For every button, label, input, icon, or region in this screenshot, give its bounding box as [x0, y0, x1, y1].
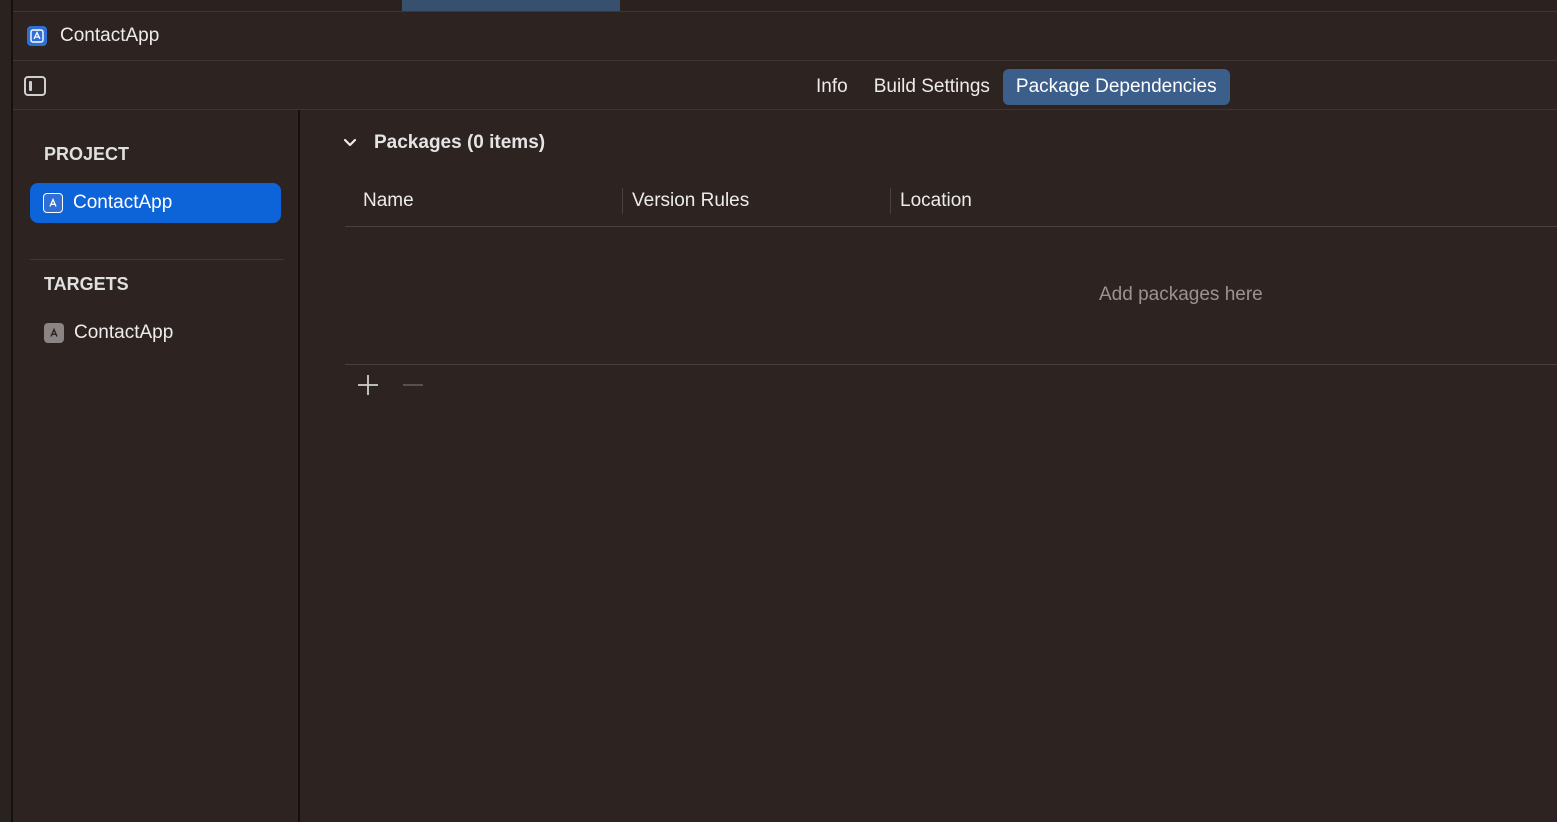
chevron-down-icon[interactable] [342, 135, 358, 151]
app-project-icon [43, 193, 63, 213]
targets-section-title: TARGETS [44, 274, 129, 294]
settings-tabs: Info Build Settings Package Dependencies [803, 69, 1230, 105]
empty-packages-message: Add packages here [1099, 284, 1263, 305]
minus-icon[interactable] [401, 373, 425, 397]
plus-icon[interactable] [356, 373, 380, 397]
column-separator[interactable] [890, 188, 891, 214]
column-separator[interactable] [622, 188, 623, 214]
app-target-icon [44, 323, 64, 343]
sidebar-toggle-icon[interactable] [24, 76, 46, 96]
window-left-edge [0, 0, 13, 822]
sidebar-divider [30, 259, 284, 260]
breadcrumb-project-name[interactable]: ContactApp [60, 25, 159, 47]
sidebar-item-target-contactapp[interactable]: ContactApp [30, 313, 281, 353]
breadcrumb-bar: ContactApp [13, 12, 1557, 61]
package-dependencies-panel: Packages (0 items) Name Version Rules Lo… [300, 110, 1557, 822]
sidebar-item-label: ContactApp [74, 322, 174, 343]
sidebar-item-label: ContactApp [73, 192, 173, 213]
table-header-divider [345, 226, 1557, 227]
column-header-version-rules[interactable]: Version Rules [632, 190, 749, 212]
sidebar-item-project-contactapp[interactable]: ContactApp [30, 183, 281, 223]
column-header-name[interactable]: Name [363, 190, 414, 212]
project-sidebar: PROJECT ContactApp TARGETS ContactApp [13, 110, 300, 822]
editor-tab-strip [13, 0, 1557, 12]
project-section-title: PROJECT [44, 144, 130, 164]
app-project-icon [27, 26, 47, 46]
editor-tab-bar: Info Build Settings Package Dependencies [13, 61, 1557, 110]
table-footer-divider [345, 364, 1557, 365]
active-editor-tab-indicator[interactable] [402, 0, 620, 11]
packages-section-header[interactable]: Packages (0 items) [342, 132, 545, 154]
tab-build-settings[interactable]: Build Settings [861, 69, 1003, 105]
tab-info[interactable]: Info [803, 69, 861, 105]
tab-package-dependencies[interactable]: Package Dependencies [1002, 69, 1230, 105]
column-header-location[interactable]: Location [900, 190, 972, 212]
packages-section-title: Packages (0 items) [374, 132, 546, 153]
